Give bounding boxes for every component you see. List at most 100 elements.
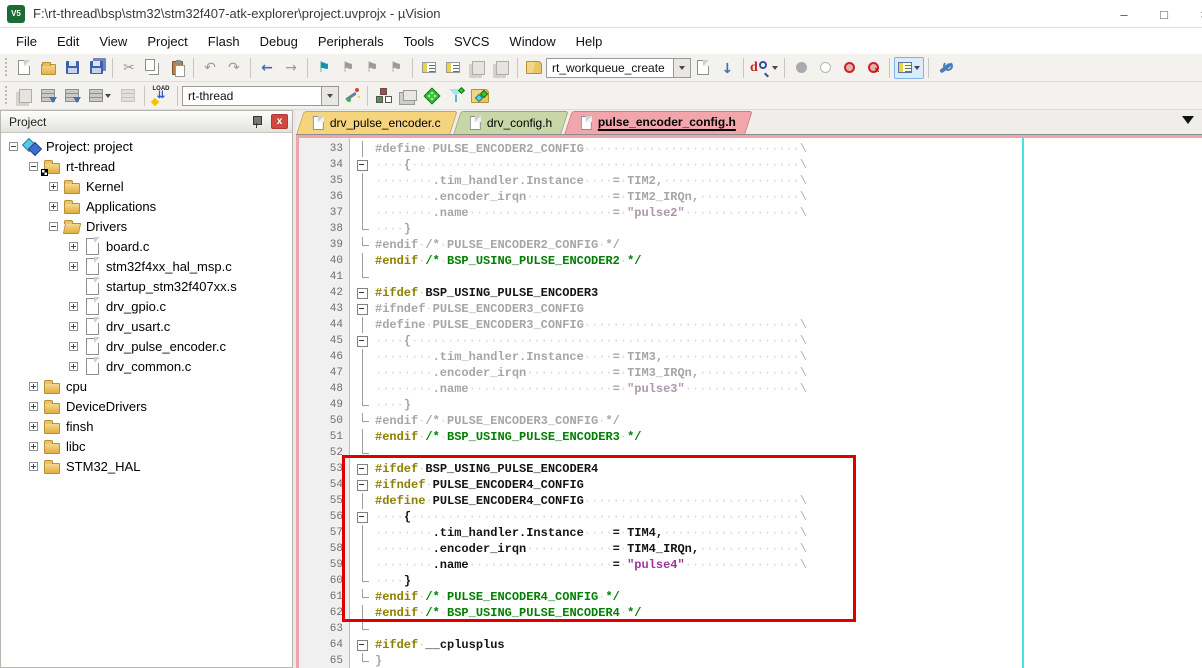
tree-item-cpu[interactable]: cpu [1, 376, 292, 396]
code-line[interactable]: 39#endif·/*·PULSE_ENCODER2_CONFIG·*/ [299, 237, 1202, 253]
menu-view[interactable]: View [89, 30, 137, 53]
fold-collapse-icon[interactable] [351, 301, 375, 317]
line-number[interactable]: 65 [299, 655, 351, 667]
cut-button[interactable]: ✂ [117, 56, 141, 80]
undo-button[interactable]: ↶ [198, 56, 222, 80]
code-line[interactable]: 34····{·································… [299, 157, 1202, 173]
tree-item-kernel[interactable]: Kernel [1, 176, 292, 196]
code-line[interactable]: 64#ifdef·__cplusplus [299, 637, 1202, 653]
expander-plus-icon[interactable] [69, 262, 78, 271]
toolbar-grip[interactable] [3, 86, 9, 106]
line-number[interactable]: 34 [299, 159, 351, 171]
save-all-button[interactable] [84, 56, 108, 80]
open-file-button[interactable] [36, 56, 60, 80]
window-layout-button[interactable] [894, 57, 924, 79]
tree-item-devicedrivers[interactable]: DeviceDrivers [1, 396, 292, 416]
code-line[interactable]: 35········.tim_handler.Instance····=·TIM… [299, 173, 1202, 189]
expander-plus-icon[interactable] [69, 342, 78, 351]
code-line[interactable]: 41 [299, 269, 1202, 285]
expander-plus-icon[interactable] [29, 442, 38, 451]
find-in-files-button[interactable] [522, 56, 546, 80]
tab-drv-config-h[interactable]: drv_config.h [453, 111, 569, 134]
menu-project[interactable]: Project [137, 30, 197, 53]
code-line[interactable]: 63 [299, 621, 1202, 637]
tree-item-stm32f4xx-hal-msp-c[interactable]: stm32f4xx_hal_msp.c [1, 256, 292, 276]
debug-session-button[interactable]: d [748, 56, 780, 80]
fold-collapse-icon[interactable] [351, 285, 375, 301]
code-line[interactable]: 50#endif·/*·PULSE_ENCODER3_CONFIG·*/ [299, 413, 1202, 429]
incremental-find-button[interactable]: → [715, 56, 739, 80]
indent-button[interactable] [417, 56, 441, 80]
expander-plus-icon[interactable] [29, 402, 38, 411]
line-number[interactable]: 33 [299, 143, 351, 155]
toggle-bookmark-button[interactable]: ⚑ [312, 56, 336, 80]
line-number[interactable]: 39 [299, 239, 351, 251]
menu-peripherals[interactable]: Peripherals [308, 30, 394, 53]
expander-plus-icon[interactable] [69, 242, 78, 251]
rebuild-button[interactable] [60, 84, 84, 108]
clear-bookmarks-button[interactable]: ⚑ [384, 56, 408, 80]
line-number[interactable]: 50 [299, 415, 351, 427]
file-extensions-button[interactable] [396, 84, 420, 108]
expander-plus-icon[interactable] [69, 362, 78, 371]
line-number[interactable]: 49 [299, 399, 351, 411]
configuration-button[interactable] [933, 56, 957, 80]
code-line[interactable]: 37········.name····················=·"pu… [299, 205, 1202, 221]
line-number[interactable]: 48 [299, 383, 351, 395]
tree-item-drv-common-c[interactable]: drv_common.c [1, 356, 292, 376]
expander-plus-icon[interactable] [49, 202, 58, 211]
line-number[interactable]: 64 [299, 639, 351, 651]
maximize-button[interactable]: □ [1144, 0, 1184, 28]
download-button[interactable]: LOAD⇊ [149, 84, 173, 108]
stop-build-button[interactable] [116, 84, 140, 108]
expander-plus-icon[interactable] [49, 182, 58, 191]
expander-plus-icon[interactable] [29, 382, 38, 391]
tree-item-board-c[interactable]: board.c [1, 236, 292, 256]
code-line[interactable]: 38····} [299, 221, 1202, 237]
tree-item-drivers[interactable]: Drivers [1, 216, 292, 236]
expander-minus-icon[interactable] [9, 142, 18, 151]
close-button[interactable]: × [1184, 0, 1202, 28]
comment-button[interactable] [465, 56, 489, 80]
menu-debug[interactable]: Debug [250, 30, 308, 53]
find-dropdown-button[interactable] [674, 58, 691, 78]
line-number[interactable]: 41 [299, 271, 351, 283]
code-line[interactable]: 46········.tim_handler.Instance····=·TIM… [299, 349, 1202, 365]
line-number[interactable]: 45 [299, 335, 351, 347]
redo-button[interactable]: ↷ [222, 56, 246, 80]
menu-tools[interactable]: Tools [394, 30, 444, 53]
document-list-button[interactable] [1182, 116, 1194, 124]
expander-minus-icon[interactable] [29, 162, 38, 171]
line-number[interactable]: 40 [299, 255, 351, 267]
expander-plus-icon[interactable] [69, 302, 78, 311]
line-number[interactable]: 35 [299, 175, 351, 187]
translate-button[interactable] [12, 84, 36, 108]
tree-item-stm32-hal[interactable]: STM32_HAL [1, 456, 292, 476]
save-button[interactable] [60, 56, 84, 80]
tab-pulse-encoder-config-h[interactable]: pulse_encoder_config.h [564, 111, 753, 134]
tree-item-drv-usart-c[interactable]: drv_usart.c [1, 316, 292, 336]
tree-item-drv-pulse-encoder-c[interactable]: drv_pulse_encoder.c [1, 336, 292, 356]
code-line[interactable]: 48········.name····················=·"pu… [299, 381, 1202, 397]
tree-item-libc[interactable]: libc [1, 436, 292, 456]
line-number[interactable]: 42 [299, 287, 351, 299]
line-number[interactable]: 47 [299, 367, 351, 379]
tree-item-rt-thread[interactable]: rt-thread [1, 156, 292, 176]
toolbar-grip[interactable] [3, 58, 9, 78]
tree-item-applications[interactable]: Applications [1, 196, 292, 216]
code-line[interactable]: 42#ifdef·BSP_USING_PULSE_ENCODER3 [299, 285, 1202, 301]
tree-item-drv-gpio-c[interactable]: drv_gpio.c [1, 296, 292, 316]
code-line[interactable]: 47········.encoder_irqn············=·TIM… [299, 365, 1202, 381]
copy-button[interactable] [141, 56, 165, 80]
next-bookmark-button[interactable]: ⚑ [360, 56, 384, 80]
code-line[interactable]: 36········.encoder_irqn············=·TIM… [299, 189, 1202, 205]
navigate-forward-button[interactable]: → [279, 56, 303, 80]
fold-collapse-icon[interactable] [351, 637, 375, 653]
target-select[interactable]: rt-thread [182, 86, 322, 106]
code-line[interactable]: 49····} [299, 397, 1202, 413]
menu-svcs[interactable]: SVCS [444, 30, 499, 53]
batch-build-button[interactable] [84, 84, 116, 108]
kill-all-breakpoints-button[interactable] [861, 56, 885, 80]
line-number[interactable]: 38 [299, 223, 351, 235]
line-number[interactable]: 36 [299, 191, 351, 203]
